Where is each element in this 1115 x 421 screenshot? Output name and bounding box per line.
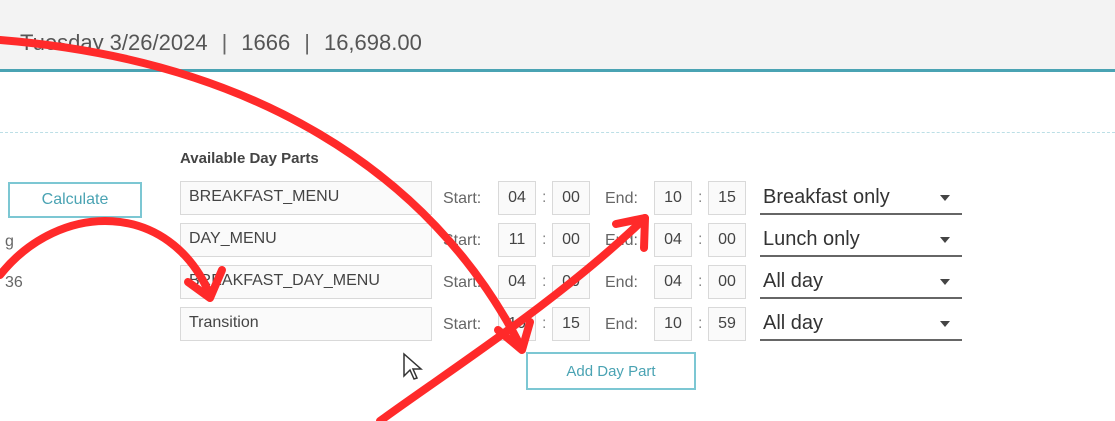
- header-amount: 16,698.00: [323, 30, 422, 55]
- day-part-name-input[interactable]: BREAKFAST_MENU: [180, 181, 432, 215]
- available-day-parts-title: Available Day Parts: [180, 150, 319, 167]
- day-part-mode-value: All day: [763, 270, 824, 292]
- start-minute-input[interactable]: 00: [552, 223, 590, 257]
- header-summary: Tuesday 3/26/2024 | 1666 | 16,698.00: [20, 30, 422, 56]
- day-part-row: BREAKFAST_MENU Start: 04 : 00 End: 10 : …: [0, 181, 1115, 219]
- end-hour-input[interactable]: 04: [654, 223, 692, 257]
- day-part-name-input[interactable]: DAY_MENU: [180, 223, 432, 257]
- end-label: End:: [605, 316, 638, 333]
- day-part-row: BREAKFAST_DAY_MENU Start: 04 : 00 End: 0…: [0, 265, 1115, 303]
- end-minute-input[interactable]: 15: [708, 181, 746, 215]
- header-separator: |: [221, 30, 228, 55]
- end-minute-input[interactable]: 59: [708, 307, 746, 341]
- day-part-mode-select[interactable]: Breakfast only: [760, 181, 962, 215]
- start-label: Start:: [443, 190, 482, 207]
- time-colon: :: [542, 315, 547, 332]
- end-hour-input[interactable]: 04: [654, 265, 692, 299]
- end-label: End:: [605, 274, 638, 291]
- end-hour-input[interactable]: 10: [654, 307, 692, 341]
- time-colon: :: [542, 231, 547, 248]
- day-part-mode-select[interactable]: All day: [760, 307, 962, 341]
- chevron-down-icon: [940, 237, 950, 243]
- chevron-down-icon: [940, 195, 950, 201]
- day-part-mode-value: All day: [763, 312, 824, 334]
- end-minute-input[interactable]: 00: [708, 265, 746, 299]
- start-minute-input[interactable]: 00: [552, 181, 590, 215]
- day-part-mode-select[interactable]: All day: [760, 265, 962, 299]
- header-separator: |: [304, 30, 310, 55]
- end-label: End:: [605, 232, 638, 249]
- start-label: Start:: [443, 274, 482, 291]
- start-label: Start:: [443, 316, 482, 333]
- day-part-name-input[interactable]: BREAKFAST_DAY_MENU: [180, 265, 432, 299]
- day-part-row: Transition Start: 10 : 15 End: 10 : 59 A…: [0, 307, 1115, 345]
- header-date: Tuesday 3/26/2024: [20, 30, 208, 55]
- time-colon: :: [542, 273, 547, 290]
- add-day-part-button[interactable]: Add Day Part: [526, 352, 696, 390]
- time-colon: :: [698, 231, 703, 248]
- start-hour-input[interactable]: 10: [498, 307, 536, 341]
- time-colon: :: [698, 189, 703, 206]
- time-colon: :: [698, 315, 703, 332]
- time-colon: :: [698, 273, 703, 290]
- start-label: Start:: [443, 232, 482, 249]
- start-hour-input[interactable]: 04: [498, 181, 536, 215]
- start-minute-input[interactable]: 00: [552, 265, 590, 299]
- day-part-mode-select[interactable]: Lunch only: [760, 223, 962, 257]
- header-divider: [0, 69, 1115, 72]
- header-bar: Tuesday 3/26/2024 | 1666 | 16,698.00: [0, 0, 1115, 72]
- section-divider: [0, 132, 1115, 133]
- mouse-pointer-icon: [403, 352, 423, 380]
- day-part-row: DAY_MENU Start: 11 : 00 End: 04 : 00 Lun…: [0, 223, 1115, 261]
- chevron-down-icon: [940, 279, 950, 285]
- day-part-mode-value: Lunch only: [763, 228, 860, 250]
- end-minute-input[interactable]: 00: [708, 223, 746, 257]
- start-hour-input[interactable]: 04: [498, 265, 536, 299]
- chevron-down-icon: [940, 321, 950, 327]
- end-label: End:: [605, 190, 638, 207]
- header-count: 1666: [241, 30, 291, 55]
- start-minute-input[interactable]: 15: [552, 307, 590, 341]
- start-hour-input[interactable]: 11: [498, 223, 536, 257]
- end-hour-input[interactable]: 10: [654, 181, 692, 215]
- day-part-mode-value: Breakfast only: [763, 186, 890, 208]
- time-colon: :: [542, 189, 547, 206]
- day-part-name-input[interactable]: Transition: [180, 307, 432, 341]
